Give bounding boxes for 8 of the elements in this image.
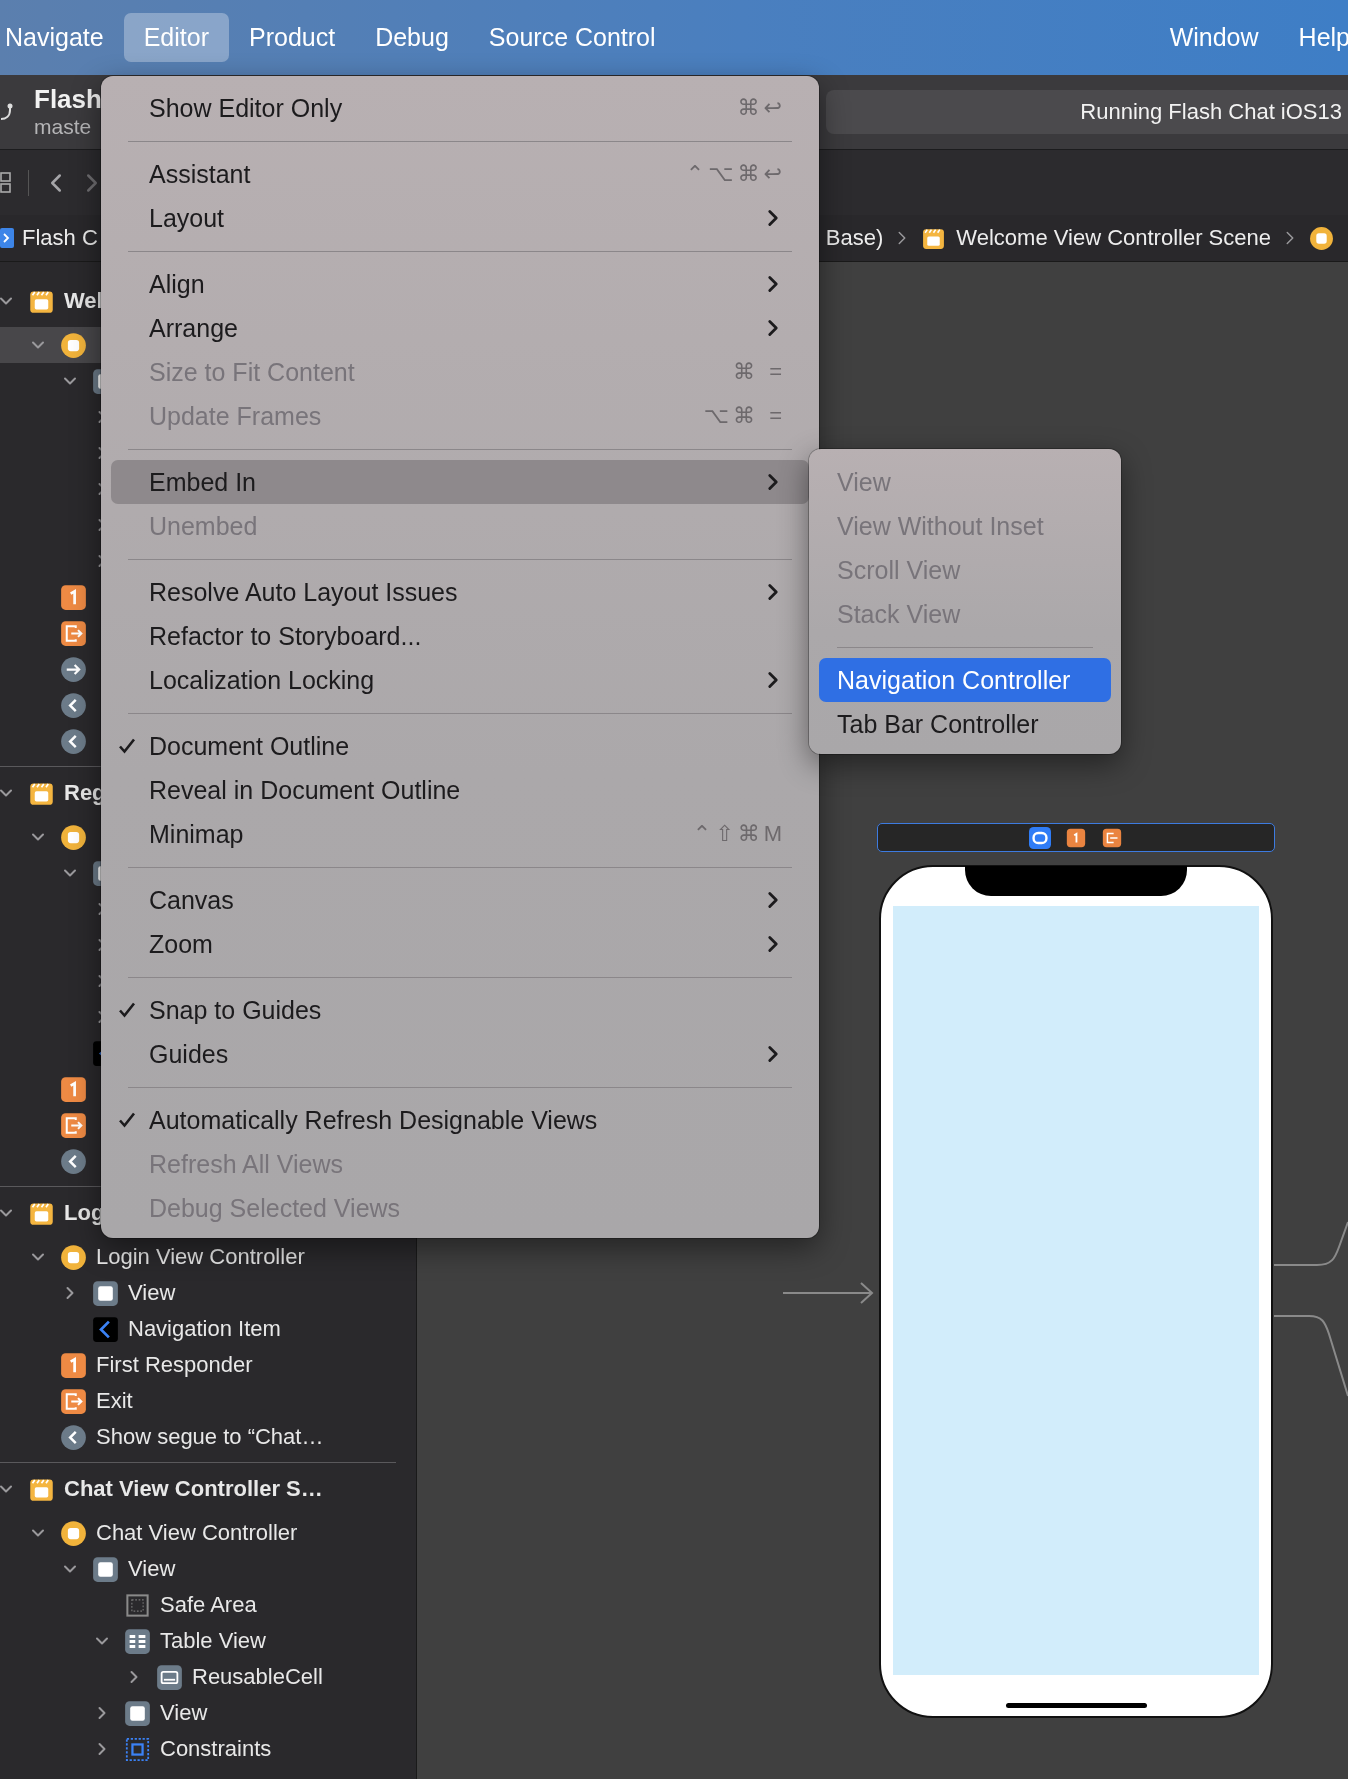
activity-status: Running Flash Chat iOS13 xyxy=(826,90,1348,134)
shortcut-label: ⌘ = xyxy=(733,359,786,385)
project-name: Flash xyxy=(34,85,102,115)
shortcut-label: ⌃⌥⌘↩ xyxy=(685,161,786,187)
branch-name: maste xyxy=(34,114,93,139)
shortcut-label: ⌘↩ xyxy=(737,95,786,121)
shortcut-label: ⌥⌘ = xyxy=(703,403,786,429)
shortcut-label: ⌃⇧⌘M xyxy=(692,821,786,847)
